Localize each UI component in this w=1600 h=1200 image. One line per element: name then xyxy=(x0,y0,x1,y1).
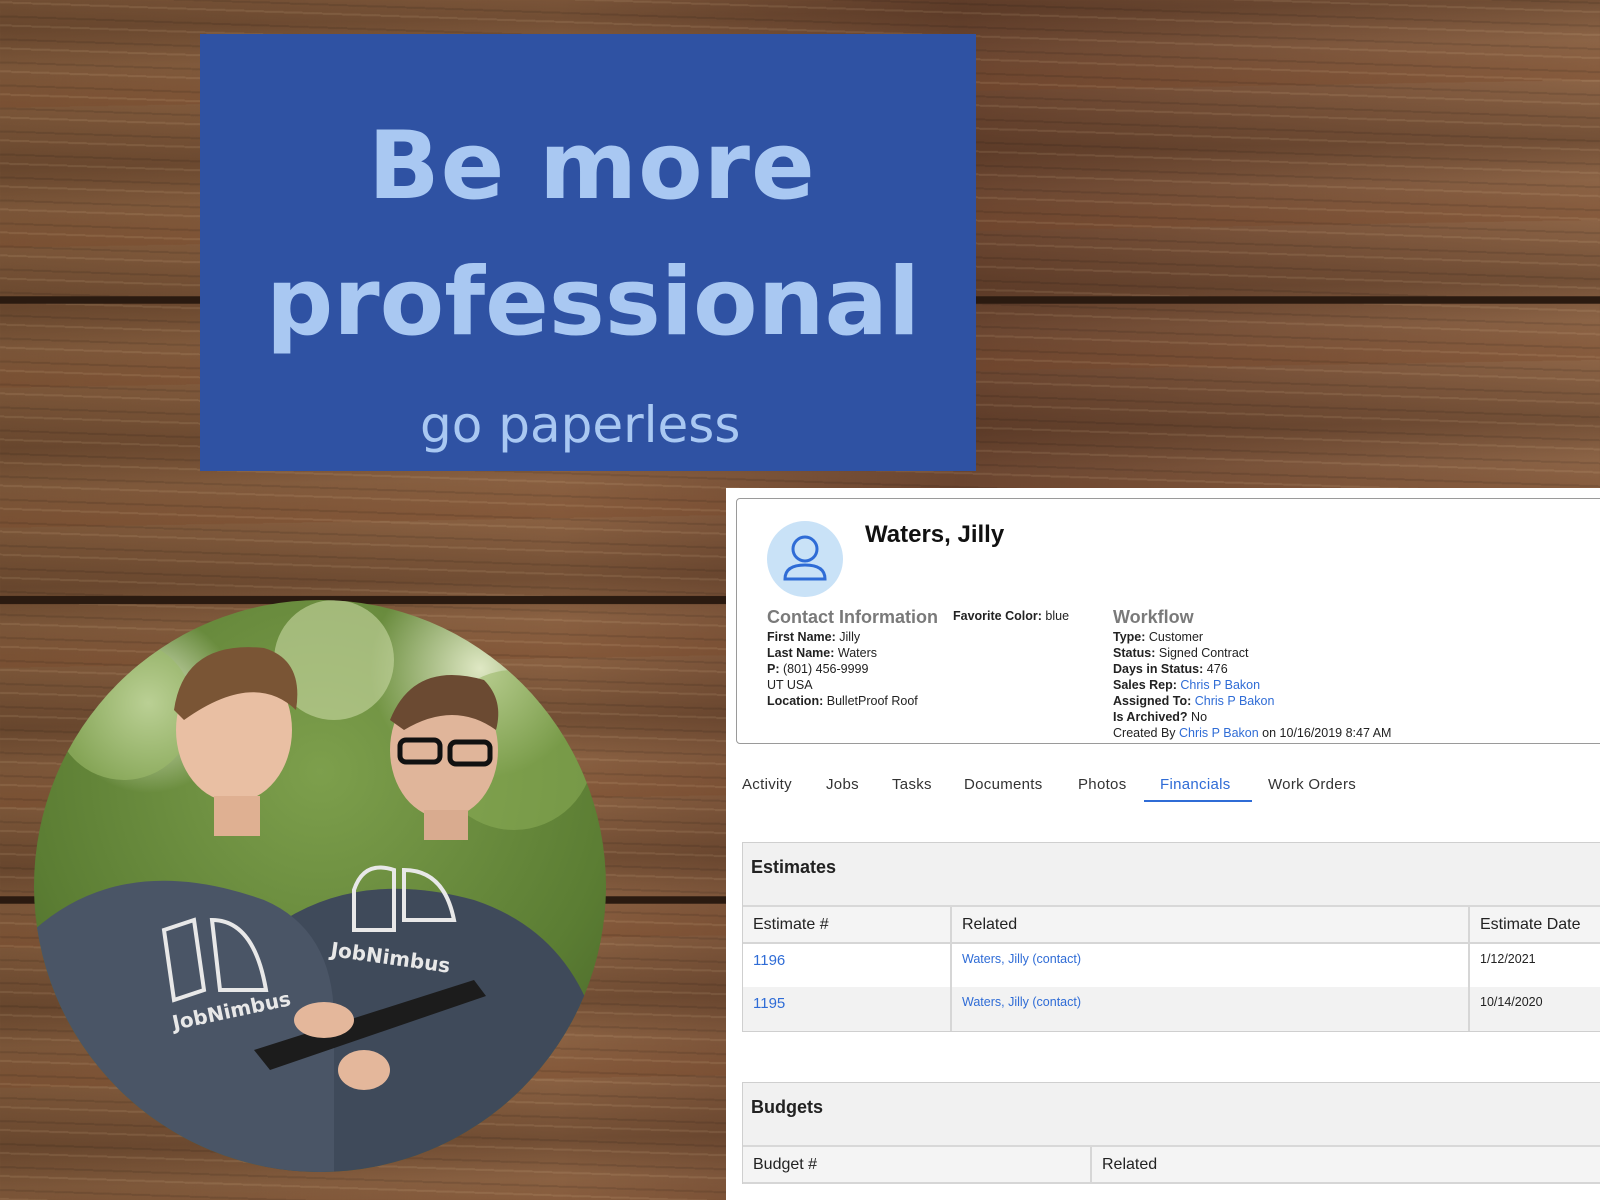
region-row: UT USA xyxy=(767,678,813,692)
last-name-label: Last Name: xyxy=(767,646,835,660)
estimate-number-link[interactable]: 1195 xyxy=(753,995,785,1012)
sales-rep-row: Sales Rep: Chris P Bakon xyxy=(1113,677,1391,693)
sales-rep-label: Sales Rep: xyxy=(1113,678,1177,692)
first-name-label: First Name: xyxy=(767,630,836,644)
estimate-number-cell: 1195 xyxy=(743,987,952,1031)
crm-contact-screenshot: Waters, Jilly Contact Information Favori… xyxy=(726,488,1600,1200)
days-in-status-row: Days in Status: 476 xyxy=(1113,661,1391,677)
status-value: Signed Contract xyxy=(1158,646,1249,660)
created-by-link[interactable]: Chris P Bakon xyxy=(1179,726,1259,740)
contact-card: Waters, Jilly Contact Information Favori… xyxy=(736,498,1600,744)
col-estimate-number[interactable]: Estimate # xyxy=(743,907,952,944)
tab-work-orders[interactable]: Work Orders xyxy=(1268,768,1356,802)
related-link[interactable]: Waters, Jilly (contact) xyxy=(962,952,1081,966)
estimates-title: Estimates xyxy=(743,843,1600,907)
assigned-to-row: Assigned To: Chris P Bakon xyxy=(1113,693,1391,709)
avatar xyxy=(767,521,843,597)
budgets-header-row: Budget # Related xyxy=(743,1147,1600,1184)
related-link[interactable]: Waters, Jilly (contact) xyxy=(962,995,1081,1009)
table-row[interactable]: 1195 Waters, Jilly (contact) 10/14/2020 xyxy=(743,987,1600,1031)
tab-tasks[interactable]: Tasks xyxy=(892,768,932,802)
user-icon xyxy=(783,535,827,581)
headline-line-2: professional xyxy=(266,248,921,357)
col-related[interactable]: Related xyxy=(951,907,1470,944)
contact-fields: First Name: Jilly Last Name: Waters P: (… xyxy=(767,629,918,709)
first-name-value: Jilly xyxy=(839,630,861,644)
tab-activity[interactable]: Activity xyxy=(742,768,792,802)
phone-label: P: xyxy=(767,662,780,676)
created-by-row: Created By Chris P Bakon on 10/16/2019 8… xyxy=(1113,725,1391,741)
estimate-number-link[interactable]: 1196 xyxy=(753,952,785,969)
tab-financials[interactable]: Financials xyxy=(1144,768,1252,802)
assigned-to-link[interactable]: Chris P Bakon xyxy=(1195,694,1275,708)
days-in-status-value: 476 xyxy=(1206,662,1228,676)
status-row: Status: Signed Contract xyxy=(1113,645,1391,661)
location-label: Location: xyxy=(767,694,824,708)
related-cell: Waters, Jilly (contact) xyxy=(951,943,1470,987)
favorite-color-value: blue xyxy=(1045,609,1070,623)
last-name-value: Waters xyxy=(837,646,877,660)
phone-value: (801) 456-9999 xyxy=(782,662,869,676)
tab-jobs[interactable]: Jobs xyxy=(826,768,859,802)
favorite-color: Favorite Color: blue xyxy=(953,609,1069,623)
table-row[interactable]: 1196 Waters, Jilly (contact) 1/12/2021 xyxy=(743,943,1600,987)
created-by-suffix: on 10/16/2019 8:47 AM xyxy=(1262,726,1392,740)
related-cell: Waters, Jilly (contact) xyxy=(951,987,1470,1031)
budgets-section: Budgets Budget # Related xyxy=(742,1082,1600,1184)
status-label: Status: xyxy=(1113,646,1156,660)
type-row: Type: Customer xyxy=(1113,629,1391,645)
type-value: Customer xyxy=(1148,630,1204,644)
estimate-date-cell: 1/12/2021 xyxy=(1469,943,1600,987)
created-by-prefix: Created By xyxy=(1113,726,1176,740)
first-name-row: First Name: Jilly xyxy=(767,629,918,645)
workflow-fields: Type: Customer Status: Signed Contract D… xyxy=(1113,629,1391,741)
estimate-date-cell: 10/14/2020 xyxy=(1469,987,1600,1031)
archived-row: Is Archived? No xyxy=(1113,709,1391,725)
archived-value: No xyxy=(1191,710,1208,724)
team-photo-illustration: JobNimbus JobNimbus xyxy=(34,600,606,1172)
col-budget-number[interactable]: Budget # xyxy=(743,1147,1092,1184)
estimates-section: Estimates Estimate # Related Estimate Da… xyxy=(742,842,1600,1032)
last-name-row: Last Name: Waters xyxy=(767,645,918,661)
archived-label: Is Archived? xyxy=(1113,710,1188,724)
location-value: BulletProof Roof xyxy=(826,694,918,708)
contact-info-heading: Contact Information xyxy=(767,607,938,627)
col-estimate-date[interactable]: Estimate Date xyxy=(1469,907,1600,944)
assigned-to-label: Assigned To: xyxy=(1113,694,1192,708)
budgets-title: Budgets xyxy=(743,1083,1600,1147)
estimate-number-cell: 1196 xyxy=(743,943,952,987)
phone-row: P: (801) 456-9999 xyxy=(767,661,918,677)
col-budget-related[interactable]: Related xyxy=(1091,1147,1600,1184)
team-photo: JobNimbus JobNimbus xyxy=(34,600,606,1172)
days-in-status-label: Days in Status: xyxy=(1113,662,1204,676)
estimates-table: Estimate # Related Estimate Date 1196 Wa… xyxy=(743,907,1600,1031)
favorite-color-label: Favorite Color: xyxy=(953,609,1042,623)
tab-photos[interactable]: Photos xyxy=(1078,768,1127,802)
tab-documents[interactable]: Documents xyxy=(964,768,1043,802)
type-label: Type: xyxy=(1113,630,1146,644)
location-row: Location: BulletProof Roof xyxy=(767,693,918,709)
budgets-table: Budget # Related xyxy=(743,1147,1600,1184)
sales-rep-link[interactable]: Chris P Bakon xyxy=(1180,678,1260,692)
headline-banner: Be more professional go paperless xyxy=(200,34,976,471)
workflow-heading: Workflow xyxy=(1113,607,1194,627)
headline-line-1: Be more xyxy=(368,112,816,221)
estimates-header-row: Estimate # Related Estimate Date xyxy=(743,907,1600,944)
contact-name: Waters, Jilly xyxy=(865,521,1005,548)
headline-subtitle: go paperless xyxy=(420,396,741,454)
